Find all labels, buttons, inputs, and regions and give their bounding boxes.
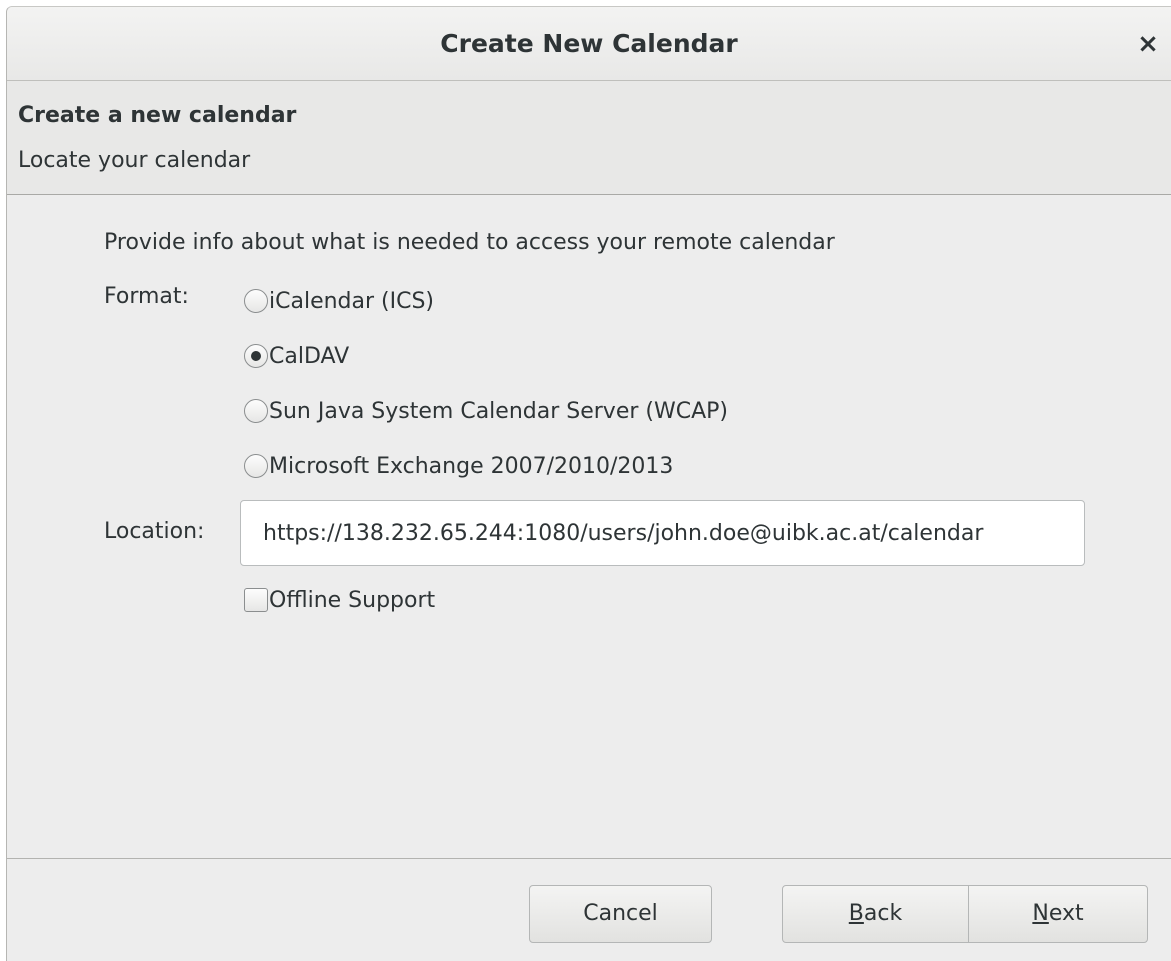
header-title: Create a new calendar [18, 103, 297, 128]
location-input[interactable] [240, 500, 1085, 566]
format-option-label: iCalendar (ICS) [269, 288, 435, 314]
format-option-wcap[interactable]: Sun Java System Calendar Server (WCAP) [244, 394, 728, 428]
next-label: ext [1048, 901, 1084, 926]
format-label: Format: [104, 284, 189, 309]
back-accelerator: B [848, 901, 864, 926]
format-option-label: Sun Java System Calendar Server (WCAP) [269, 398, 728, 424]
radio-wcap[interactable] [244, 399, 268, 423]
header-subtitle: Locate your calendar [18, 148, 251, 173]
location-label: Location: [104, 519, 205, 544]
radio-exchange[interactable] [244, 454, 268, 478]
radio-icalendar[interactable] [244, 289, 268, 313]
offline-support-label: Offline Support [269, 587, 436, 613]
footer-divider [7, 858, 1171, 859]
intro-text: Provide info about what is needed to acc… [104, 230, 835, 255]
offline-support-option[interactable]: Offline Support [244, 583, 435, 617]
close-icon[interactable]: × [1133, 27, 1163, 61]
cancel-button[interactable]: Cancel [529, 885, 712, 943]
wizard-header: Create a new calendar Locate your calend… [7, 81, 1171, 195]
next-accelerator: N [1032, 901, 1049, 926]
radio-caldav[interactable] [244, 344, 268, 368]
back-label: ack [863, 901, 903, 926]
next-button[interactable]: Next [968, 885, 1148, 943]
window-title: Create New Calendar [440, 29, 738, 58]
format-option-caldav[interactable]: CalDAV [244, 339, 349, 373]
format-option-label: CalDAV [269, 343, 350, 369]
create-calendar-dialog: Create New Calendar × Create a new calen… [6, 6, 1171, 961]
format-option-icalendar[interactable]: iCalendar (ICS) [244, 284, 434, 318]
title-bar: Create New Calendar × [7, 7, 1171, 81]
offline-support-checkbox[interactable] [244, 588, 268, 612]
format-option-exchange[interactable]: Microsoft Exchange 2007/2010/2013 [244, 449, 673, 483]
back-button[interactable]: Back [782, 885, 969, 943]
format-option-label: Microsoft Exchange 2007/2010/2013 [269, 453, 674, 479]
